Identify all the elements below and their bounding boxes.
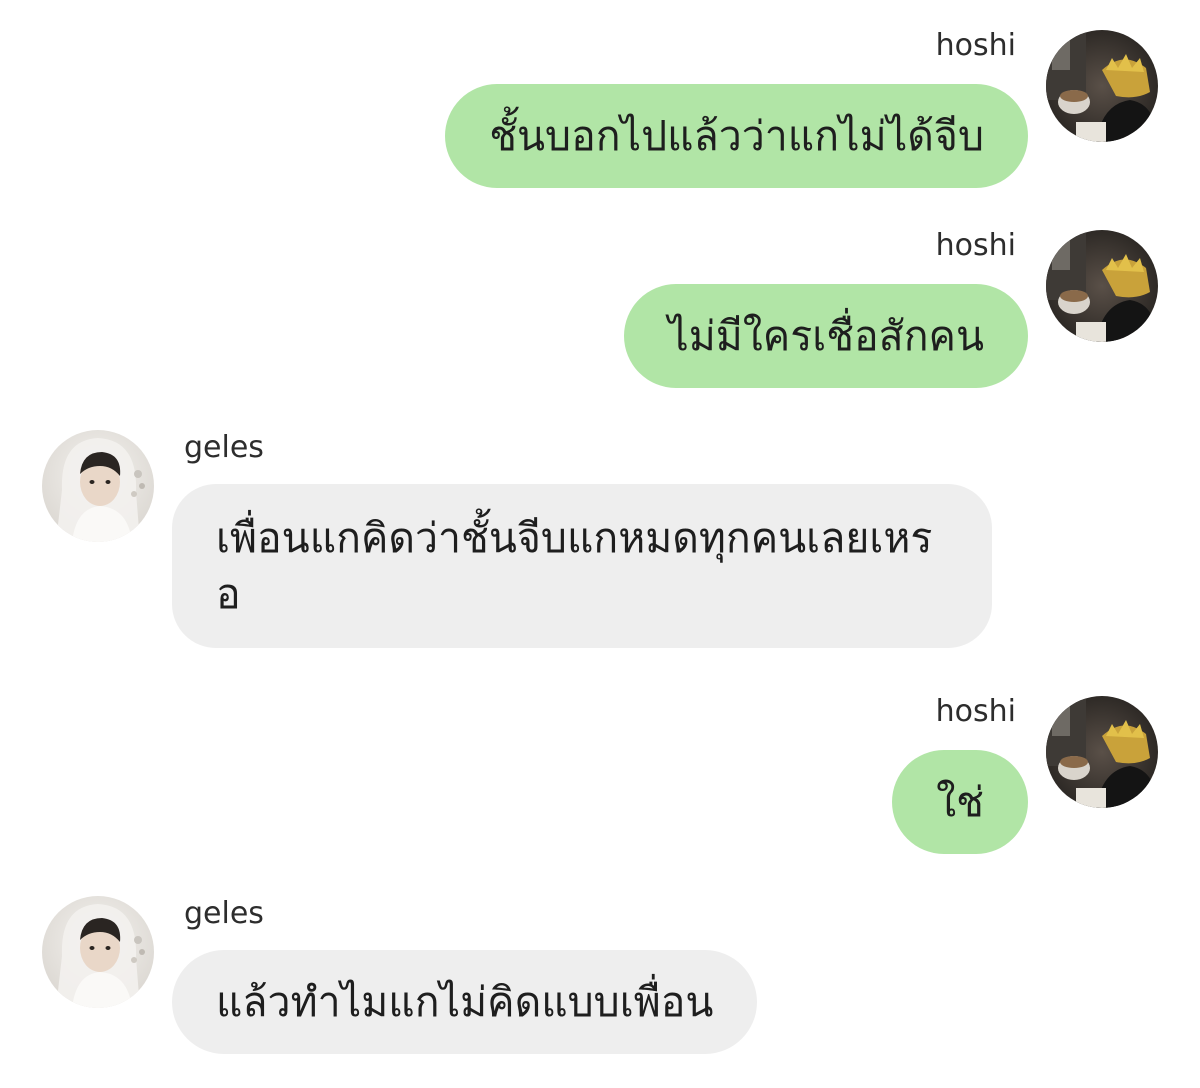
sender-name: hoshi [935, 228, 1016, 263]
user-photo-icon[interactable] [42, 430, 154, 542]
message-bubble[interactable]: ชั้นบอกไปแล้วว่าแกไม่ได้จีบ [445, 84, 1028, 188]
user-photo-icon[interactable] [1046, 696, 1158, 808]
message-bubble[interactable]: ใช่ [892, 750, 1028, 854]
sender-name: geles [184, 430, 264, 465]
message-bubble[interactable]: แล้วทำไมแกไม่คิดแบบเพื่อน [172, 950, 758, 1054]
user-photo-icon[interactable] [1046, 230, 1158, 342]
user-photo-icon[interactable] [1046, 30, 1158, 142]
sender-name: hoshi [935, 28, 1016, 63]
message-bubble[interactable]: ไม่มีใครเชื่อสักคน [624, 284, 1028, 388]
sender-name: geles [184, 896, 264, 931]
user-photo-icon[interactable] [42, 896, 154, 1008]
message-bubble[interactable]: เพื่อนแกคิดว่าชั้นจีบแกหมดทุกคนเลยเหรอ [172, 484, 992, 648]
sender-name: hoshi [935, 694, 1016, 729]
